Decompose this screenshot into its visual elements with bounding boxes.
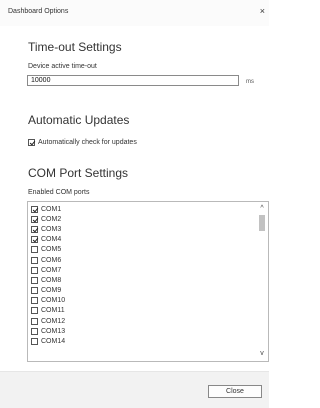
com-port-checkbox[interactable] [31,266,38,274]
com-port-checkbox[interactable] [31,287,38,295]
com-port-label: COM4 [41,236,62,244]
scroll-thumb[interactable] [259,215,265,231]
com-port-checkbox[interactable] [31,297,38,305]
com-ports-heading: COM Port Settings [28,166,129,180]
com-port-checkbox[interactable] [31,246,38,254]
com-port-item[interactable]: COM8 [31,275,65,285]
com-port-checkbox[interactable] [31,205,38,213]
com-port-item[interactable]: COM7 [31,265,65,275]
com-port-item[interactable]: COM3 [31,224,65,234]
window-title: Dashboard Options [8,8,69,15]
com-port-label: COM9 [41,287,62,295]
com-port-item[interactable]: COM1 [31,204,65,214]
com-port-checkbox[interactable] [31,236,38,244]
timeout-unit: ms [246,79,254,85]
com-port-label: COM1 [41,205,62,213]
com-port-checkbox[interactable] [31,215,38,223]
title-bar: Dashboard Options × [0,0,269,26]
com-port-list[interactable]: COM1 COM2 COM3 COM4 COM5 COM6 COM7 COM8 COM9 COM1… [27,201,269,362]
scroll-down-icon[interactable]: v [258,350,266,358]
com-port-label: COM10 [41,297,66,305]
com-port-label: COM11 [41,307,65,315]
timeout-label: Device active time-out [28,63,97,70]
scrollbar[interactable]: ^ v [257,203,267,360]
com-port-item[interactable]: COM10 [31,296,65,306]
com-port-checkbox[interactable] [31,307,38,315]
com-port-items: COM1 COM2 COM3 COM4 COM5 COM6 COM7 COM8 COM9 COM1… [31,204,65,347]
scroll-up-icon[interactable]: ^ [258,205,266,213]
com-port-checkbox[interactable] [31,225,38,233]
com-port-label: COM6 [41,256,62,264]
com-port-label: COM13 [41,327,66,335]
com-port-label: COM12 [41,317,66,325]
close-button[interactable]: Close [208,385,262,398]
com-port-checkbox[interactable] [31,276,38,284]
com-port-item[interactable]: COM13 [31,326,65,336]
com-port-checkbox[interactable] [31,256,38,264]
updates-heading: Automatic Updates [28,113,130,127]
com-port-label: COM8 [41,276,62,284]
com-port-checkbox[interactable] [31,338,38,346]
auto-update-checkbox-row[interactable]: Automatically check for updates [28,137,137,147]
com-port-label: COM3 [41,225,62,233]
com-port-item[interactable]: COM12 [31,316,65,326]
com-port-checkbox[interactable] [31,317,38,325]
com-port-item[interactable]: COM2 [31,214,65,224]
com-port-label: COM7 [41,266,62,274]
com-port-item[interactable]: COM5 [31,245,65,255]
com-ports-label: Enabled COM ports [28,189,90,196]
com-port-item[interactable]: COM11 [31,306,65,316]
timeout-heading: Time-out Settings [28,40,122,54]
com-port-label: COM5 [41,246,62,254]
close-icon[interactable]: × [260,6,265,16]
auto-update-checkbox[interactable] [28,138,35,146]
timeout-input[interactable]: 10000 [27,75,239,86]
com-port-checkbox[interactable] [31,327,38,335]
com-port-item[interactable]: COM14 [31,336,65,346]
com-port-item[interactable]: COM6 [31,255,65,265]
com-port-label: COM2 [41,215,62,223]
com-port-label: COM14 [41,338,66,346]
com-port-item[interactable]: COM4 [31,235,65,245]
com-port-item[interactable]: COM9 [31,286,65,296]
auto-update-label: Automatically check for updates [38,138,137,146]
